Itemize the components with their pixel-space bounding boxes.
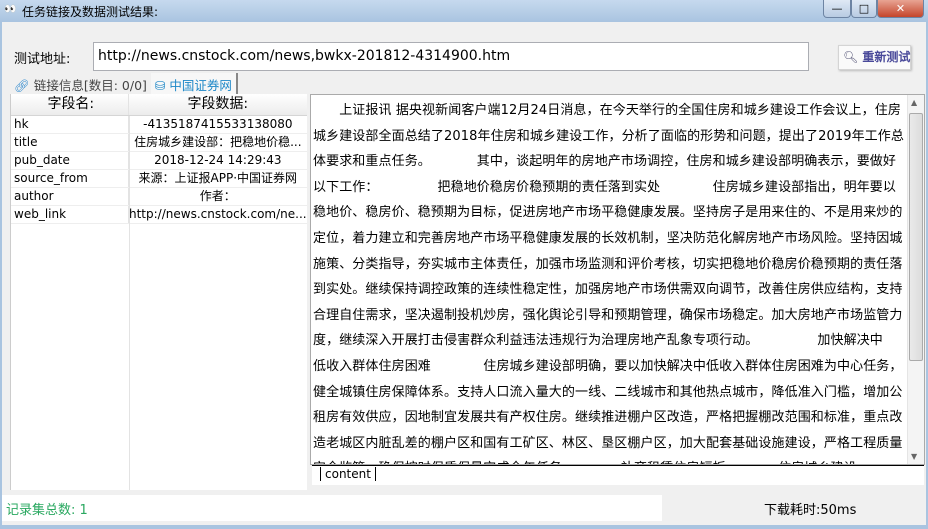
content-line: 城乡建设部全面总结了2018年住房和城乡建设工作，分析了面临的形势和问题，提出了… bbox=[313, 128, 904, 144]
field-value: -4135187415533138080 bbox=[143, 117, 293, 131]
table-row[interactable]: title 住房城乡建设部：把稳地价稳... bbox=[11, 134, 307, 152]
field-name: web_link bbox=[11, 206, 129, 223]
record-count: 记录集总数: 1 bbox=[2, 495, 662, 521]
field-value: 2018-12-24 14:29:43 bbox=[154, 153, 282, 167]
retest-label: 重新测试 bbox=[862, 50, 911, 64]
vertical-scrollbar[interactable]: ▲ ▼ bbox=[907, 95, 924, 464]
content-line: 上证报讯 据央视新闻客户端12月24日消息，在今天举行的全国住房和城乡建设工作会… bbox=[313, 103, 901, 118]
content-line: 造老城区内脏乱差的棚户区和国有工矿区、林区、垦区棚户区，加大配套基础设施建设，严… bbox=[313, 435, 903, 451]
eyes-icon: 👀 bbox=[4, 4, 17, 15]
title-bar: 👀 任务链接及数据测试结果: — □ ✕ bbox=[0, 0, 928, 22]
content-line: 租房有效供应，因地制宜发展共有产权住房。继续推进棚户区改造，严格把握棚改范围和标… bbox=[313, 410, 903, 426]
header-field-data[interactable]: 字段数据: bbox=[129, 94, 307, 115]
tab-strip: 🔗︎ 链接信息[数目: 0/0] ⛁ 中国证券网 bbox=[10, 73, 238, 94]
content-line: 施策、分类指导，夯实城市主体责任，加强市场监测和评价考核，切实把稳地价稳房价稳预… bbox=[313, 256, 903, 272]
database-icon: ⛁ bbox=[154, 78, 166, 93]
grid-header: 字段名: 字段数据: bbox=[11, 94, 307, 116]
tab-cnstock[interactable]: ⛁ 中国证券网 bbox=[150, 73, 238, 94]
table-row[interactable]: pub_date 2018-12-24 14:29:43 bbox=[11, 152, 307, 170]
tab-link-info[interactable]: 🔗︎ 链接信息[数目: 0/0] bbox=[10, 73, 151, 94]
search-icon: 🔍︎ bbox=[843, 50, 859, 64]
content-line: 安全监管，确保按时保质保量完成全年任务。 补齐租赁住房短板 住房城乡建设 bbox=[313, 457, 857, 464]
table-row[interactable]: hk -4135187415533138080 bbox=[11, 116, 307, 134]
field-name: source_from bbox=[11, 170, 129, 187]
minimize-button[interactable]: — bbox=[823, 0, 851, 18]
table-row[interactable]: source_from 来源：上证报APP·中国证券网 bbox=[11, 170, 307, 188]
tab-label: 中国证券网 bbox=[169, 78, 232, 93]
content-line: 稳地价、稳房价、稳预期为目标，促进房地产市场平稳健康发展。坚持房子是用来住的、不… bbox=[313, 205, 903, 221]
field-value: http://news.cnstock.com/ne... bbox=[129, 207, 307, 221]
content-line: 以下工作： 把稳地价稳房价稳预期的责任落到实处 住房城乡建设部指出，明年要以 bbox=[313, 179, 897, 195]
field-name: author bbox=[11, 188, 129, 205]
content-line: 体要求和重点任务。 其中，谈起明年的房地产市场调控，住房和城乡建设部明确表示，要… bbox=[313, 154, 897, 170]
content-line: 到实处。继续保持调控政策的连续性稳定性，加强房地产市场供需双向调节，改善住房供应… bbox=[313, 282, 903, 298]
tab-label: 链接信息[数目: 0/0] bbox=[33, 78, 147, 93]
field-name: title bbox=[11, 134, 129, 151]
field-value: 住房城乡建设部：把稳地价稳... bbox=[134, 135, 302, 149]
scroll-up-icon[interactable]: ▲ bbox=[911, 98, 917, 107]
main-panel: 测试地址: http://news.cnstock.com/news,bwkx-… bbox=[2, 22, 926, 525]
field-name: pub_date bbox=[11, 152, 129, 169]
scrollbar-thumb[interactable] bbox=[909, 113, 923, 361]
download-time: 下载耗时:50ms bbox=[764, 503, 857, 518]
field-name: hk bbox=[11, 116, 129, 133]
field-value: 作者： bbox=[199, 189, 236, 203]
content-line: 度，继续深入开展打击侵害群众利益违法违规行为治理房地产乱象专项行动。 加快解决中 bbox=[313, 333, 883, 349]
column-divider bbox=[129, 116, 130, 490]
content-line: 低收入群体住房困难 住房城乡建设部明确，要以加快解决中低收入群体住房困难为中心任… bbox=[313, 359, 903, 374]
scroll-down-icon[interactable]: ▼ bbox=[911, 452, 917, 461]
window-title: 任务链接及数据测试结果: bbox=[22, 5, 159, 19]
content-viewer[interactable]: 上证报讯 据央视新闻客户端12月24日消息，在今天举行的全国住房和城乡建设工作会… bbox=[310, 94, 925, 465]
maximize-button[interactable]: □ bbox=[851, 0, 877, 18]
retest-button[interactable]: 🔍︎ 重新测试 bbox=[838, 45, 911, 70]
close-button[interactable]: ✕ bbox=[877, 0, 924, 18]
url-input[interactable]: http://news.cnstock.com/news,bwkx-201812… bbox=[93, 42, 809, 71]
content-tab-strip: content bbox=[312, 465, 924, 485]
content-line: 定位，着力建立和完善房地产市场平稳健康发展的长效机制，坚决防范化解房地产市场风险… bbox=[313, 231, 903, 246]
link-icon: 🔗︎ bbox=[14, 78, 30, 93]
header-field-name[interactable]: 字段名: bbox=[11, 94, 129, 115]
tab-content[interactable]: content bbox=[320, 467, 376, 481]
content-line: 健全城镇住房保障体系。支持人口流入量大的一线、二线城市和其他热点城市，降低准入门… bbox=[313, 384, 903, 400]
content-line: 合理自住需求，坚决遏制投机炒房，强化舆论引导和预期管理，确保市场稳定。加大房地产… bbox=[313, 307, 903, 323]
table-row[interactable]: web_link http://news.cnstock.com/ne... bbox=[11, 206, 307, 224]
url-label: 测试地址: bbox=[14, 52, 71, 67]
field-value: 来源：上证报APP·中国证券网 bbox=[138, 171, 298, 185]
table-row[interactable]: author 作者： bbox=[11, 188, 307, 206]
field-grid: 字段名: 字段数据: hk -4135187415533138080 title 住房… bbox=[10, 94, 307, 490]
